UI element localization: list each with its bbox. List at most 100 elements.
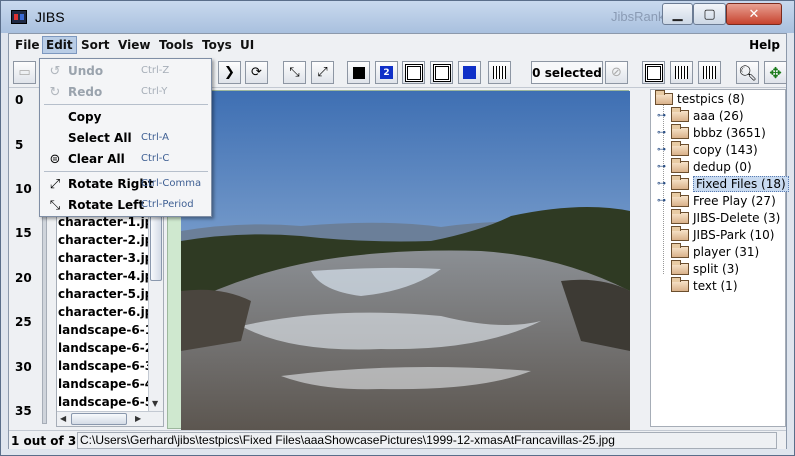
search-icon[interactable]: 🔍︎ bbox=[736, 61, 759, 84]
list-item[interactable]: landscape-6-3. bbox=[58, 359, 150, 377]
folder-tree[interactable]: testpics (8) ⊶ aaa (26) ⊶ bbbz (3651) ⊶ … bbox=[650, 89, 789, 427]
expand-toggle-icon[interactable]: ⊶ bbox=[657, 162, 666, 172]
split-view-icon[interactable] bbox=[698, 61, 721, 84]
tree-node-dedup[interactable]: ⊶ dedup (0) bbox=[657, 157, 752, 175]
list-item[interactable]: landscape-6-1. bbox=[58, 323, 150, 341]
folder-icon bbox=[671, 123, 689, 139]
tree-label: JIBS-Delete (3) bbox=[693, 210, 781, 225]
two-pane-icon[interactable]: 2 bbox=[375, 61, 398, 84]
list-item[interactable]: character-6.jpg bbox=[58, 305, 150, 323]
scrollbar-thumb[interactable] bbox=[71, 413, 127, 425]
tree-label: split (3) bbox=[693, 261, 740, 276]
scroll-right-arrow-icon[interactable]: ▶ bbox=[135, 414, 141, 423]
scrollbar-thumb[interactable] bbox=[150, 215, 162, 281]
tree-label: aaa (26) bbox=[693, 108, 744, 123]
folder-icon bbox=[671, 106, 689, 122]
rotate-right-tool-icon[interactable]: ⤢ bbox=[311, 61, 334, 84]
move-icon[interactable]: ✥ bbox=[764, 61, 787, 84]
list-item[interactable]: character-4.jpg bbox=[58, 269, 150, 287]
menu-edit[interactable]: Edit bbox=[42, 36, 77, 54]
list-item[interactable]: landscape-6-2. bbox=[58, 341, 150, 359]
minimize-button[interactable]: ▁ bbox=[662, 3, 693, 25]
menu-item-accelerator: Ctrl-A bbox=[141, 132, 170, 143]
menu-sort[interactable]: Sort bbox=[77, 38, 114, 52]
expand-toggle-icon[interactable]: ⊶ bbox=[657, 179, 666, 189]
redo-icon: ↻ bbox=[49, 84, 61, 100]
menu-item-clear-all[interactable]: ⊜ Clear All Ctrl-C bbox=[40, 149, 211, 170]
menu-bar: File Edit Sort View Tools Toys UI Help bbox=[9, 34, 786, 58]
clear-selection-icon[interactable]: ⊘ bbox=[605, 61, 628, 84]
menu-item-select-all[interactable]: Select All Ctrl-A bbox=[40, 128, 211, 149]
folder-icon bbox=[671, 191, 689, 207]
tree-node-copy[interactable]: ⊶ copy (143) bbox=[657, 140, 758, 158]
single-view-icon[interactable] bbox=[642, 61, 665, 84]
blue-grid-icon[interactable] bbox=[458, 61, 481, 84]
tree-label: JIBS-Park (10) bbox=[693, 227, 775, 242]
status-count: 1 out of 36 bbox=[11, 434, 85, 448]
menu-toys[interactable]: Toys bbox=[198, 38, 236, 52]
thumbnail-grid-icon[interactable] bbox=[670, 61, 693, 84]
tree-node-bbbz[interactable]: ⊶ bbbz (3651) bbox=[657, 123, 766, 141]
window-title: JIBS bbox=[35, 9, 65, 25]
menu-file[interactable]: File bbox=[11, 38, 44, 52]
file-list-horizontal-scrollbar[interactable]: ◀ ▶ bbox=[57, 411, 163, 426]
expand-toggle-icon[interactable]: ⊶ bbox=[657, 128, 666, 138]
tree-node-fixed-files[interactable]: ⊶ Fixed Files (18) bbox=[657, 174, 789, 192]
image-viewer[interactable] bbox=[167, 90, 630, 430]
status-bar: 1 out of 36 C:\Users\Gerhard\jibs\testpi… bbox=[9, 430, 786, 449]
menu-item-undo[interactable]: ↺ Undo Ctrl-Z bbox=[40, 61, 211, 82]
menu-help[interactable]: Help bbox=[749, 38, 780, 52]
menu-separator bbox=[44, 104, 208, 105]
menu-item-copy[interactable]: Copy bbox=[40, 107, 211, 128]
menu-item-label: Redo bbox=[68, 85, 103, 99]
menu-item-rotate-right[interactable]: ⤢ Rotate Right Ctrl-Comma bbox=[40, 174, 211, 195]
close-button[interactable]: ✕ bbox=[726, 3, 782, 25]
list-item[interactable]: character-2.jpg bbox=[58, 233, 150, 251]
list-item[interactable]: character-1.jpg bbox=[58, 215, 150, 233]
rotate-left-tool-icon[interactable]: ⤡ bbox=[283, 61, 306, 84]
expand-toggle-icon[interactable]: ⊶ bbox=[657, 111, 666, 121]
scroll-down-arrow-icon[interactable]: ▼ bbox=[152, 399, 158, 408]
folder-icon bbox=[671, 259, 689, 275]
file-list-vertical-scrollbar[interactable]: ▼ bbox=[148, 215, 163, 411]
menu-view[interactable]: View bbox=[114, 38, 154, 52]
undo-icon: ↺ bbox=[49, 63, 61, 79]
list-item[interactable]: landscape-6-4. bbox=[58, 377, 150, 395]
tree-node-split[interactable]: split (3) bbox=[671, 259, 740, 277]
maximize-button[interactable]: ▢ bbox=[693, 3, 726, 25]
menu-ui[interactable]: UI bbox=[236, 38, 258, 52]
menu-item-accelerator: Ctrl-Y bbox=[141, 86, 168, 97]
fill-black-icon[interactable] bbox=[347, 61, 370, 84]
app-logo-icon bbox=[11, 10, 27, 24]
tree-node-jibs-delete[interactable]: JIBS-Delete (3) bbox=[671, 208, 781, 226]
menu-item-redo[interactable]: ↻ Redo Ctrl-Y bbox=[40, 82, 211, 103]
tree-node-free-play[interactable]: ⊶ Free Play (27) bbox=[657, 191, 776, 209]
fit-view-icon[interactable] bbox=[430, 61, 453, 84]
file-list[interactable]: character-1.jpg character-2.jpg characte… bbox=[56, 214, 164, 427]
tree-root[interactable]: testpics (8) bbox=[655, 89, 745, 107]
status-path: C:\Users\Gerhard\jibs\testpics\Fixed Fil… bbox=[77, 432, 777, 449]
menu-item-rotate-left[interactable]: ⤡ Rotate Left Ctrl-Period bbox=[40, 195, 211, 216]
frame-view-icon[interactable] bbox=[402, 61, 425, 84]
refresh-icon[interactable]: ⟳ bbox=[245, 61, 268, 84]
tree-node-aaa[interactable]: ⊶ aaa (26) bbox=[657, 106, 744, 124]
tree-label: Free Play (27) bbox=[693, 193, 776, 208]
list-item[interactable]: character-3.jpg bbox=[58, 251, 150, 269]
filmstrip-icon[interactable] bbox=[488, 61, 511, 84]
title-bar[interactable]: JIBS JibsRank.txt ▁ ▢ ✕ bbox=[1, 1, 794, 33]
toolbar-disabled-button[interactable]: ▭ bbox=[13, 61, 36, 84]
list-item[interactable]: character-5.jpg bbox=[58, 287, 150, 305]
next-arrow-icon[interactable]: ❯ bbox=[218, 61, 241, 84]
menu-tools[interactable]: Tools bbox=[155, 38, 197, 52]
tree-node-text[interactable]: text (1) bbox=[671, 276, 738, 294]
menu-item-label: Select All bbox=[68, 131, 132, 145]
tree-node-player[interactable]: player (31) bbox=[671, 242, 760, 260]
ruler-number: 0 bbox=[15, 93, 24, 107]
app-window: JIBS JibsRank.txt ▁ ▢ ✕ File Edit Sort V… bbox=[0, 0, 795, 456]
tree-node-jibs-park[interactable]: JIBS-Park (10) bbox=[671, 225, 775, 243]
expand-toggle-icon[interactable]: ⊶ bbox=[657, 145, 666, 155]
scroll-left-arrow-icon[interactable]: ◀ bbox=[60, 414, 66, 423]
tree-label: player (31) bbox=[693, 244, 760, 259]
expand-toggle-icon[interactable]: ⊶ bbox=[657, 196, 666, 206]
rotate-right-icon: ⤢ bbox=[49, 176, 61, 192]
